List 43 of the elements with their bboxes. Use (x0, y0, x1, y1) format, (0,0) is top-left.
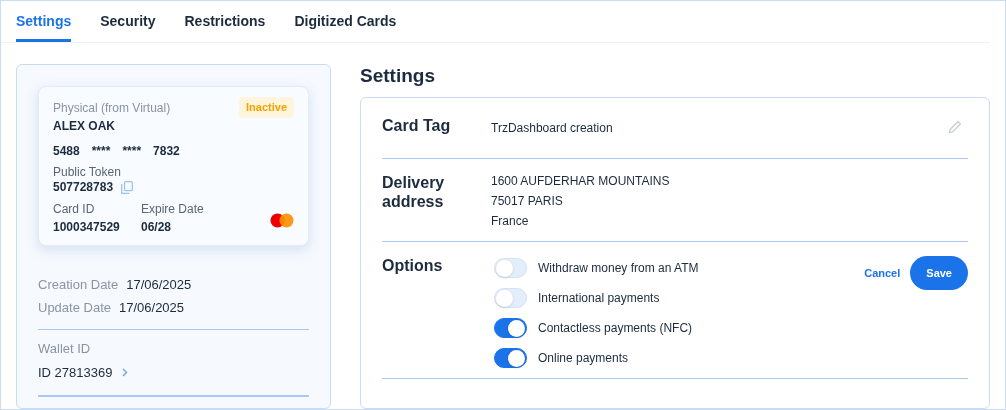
toggle-switch[interactable] (494, 318, 527, 338)
expire-date-label: Expire Date (141, 202, 205, 217)
address-line: 1600 AUFDERHAR MOUNTAINS (491, 173, 670, 189)
token-value: 507728783 (53, 180, 114, 195)
date-label: Update Date (38, 299, 111, 317)
token-label: Public Token (53, 165, 122, 180)
wallet-id-value: ID 27813369 (38, 364, 113, 382)
card-id-label: Card ID (53, 202, 96, 217)
edit-icon[interactable] (948, 120, 962, 134)
wallet-id-label: Wallet ID (38, 340, 92, 358)
option-label: Online payments (538, 350, 629, 366)
card-tag-value: TrzDashboard creation (491, 120, 614, 137)
card-type: Physical (from Virtual) (53, 101, 171, 116)
address-line: 75017 PARIS (491, 193, 564, 209)
cancel-button[interactable]: Cancel (862, 263, 903, 283)
card-number-group: **** (91, 144, 111, 159)
tab[interactable]: Digitized Cards (294, 1, 397, 42)
tab[interactable]: Restrictions (184, 1, 266, 42)
date-label: Creation Date (38, 276, 119, 294)
card-number-group: 5488 (53, 144, 80, 159)
card-network-logo (270, 213, 294, 228)
date-value: 17/06/2025 (126, 276, 192, 294)
toggle-switch[interactable] (494, 348, 527, 368)
tab[interactable]: Security (100, 1, 156, 42)
card-id-value: 1000347529 (53, 220, 121, 235)
field-label: Card Tag (382, 116, 452, 136)
copy-icon[interactable] (121, 181, 134, 194)
option-label: International payments (538, 290, 660, 306)
date-value: 17/06/2025 (119, 299, 185, 317)
section-title: Settings (360, 64, 436, 88)
status-badge: Inactive (239, 97, 294, 118)
save-button[interactable]: Save (910, 256, 968, 290)
address-line: France (491, 213, 530, 229)
tab[interactable]: Settings (16, 1, 72, 42)
chevron-right-icon[interactable] (122, 368, 129, 378)
field-label: Options (382, 256, 444, 276)
option-label: Withdraw money from an ATM (538, 260, 699, 276)
field-label: Delivery address (382, 173, 446, 211)
option-label: Contactless payments (NFC) (538, 320, 693, 336)
card-number-group: 7832 (153, 144, 180, 159)
cardholder-name: ALEX OAK (53, 119, 116, 134)
card-number-group: **** (122, 144, 142, 159)
expire-date-value: 06/28 (141, 220, 173, 235)
